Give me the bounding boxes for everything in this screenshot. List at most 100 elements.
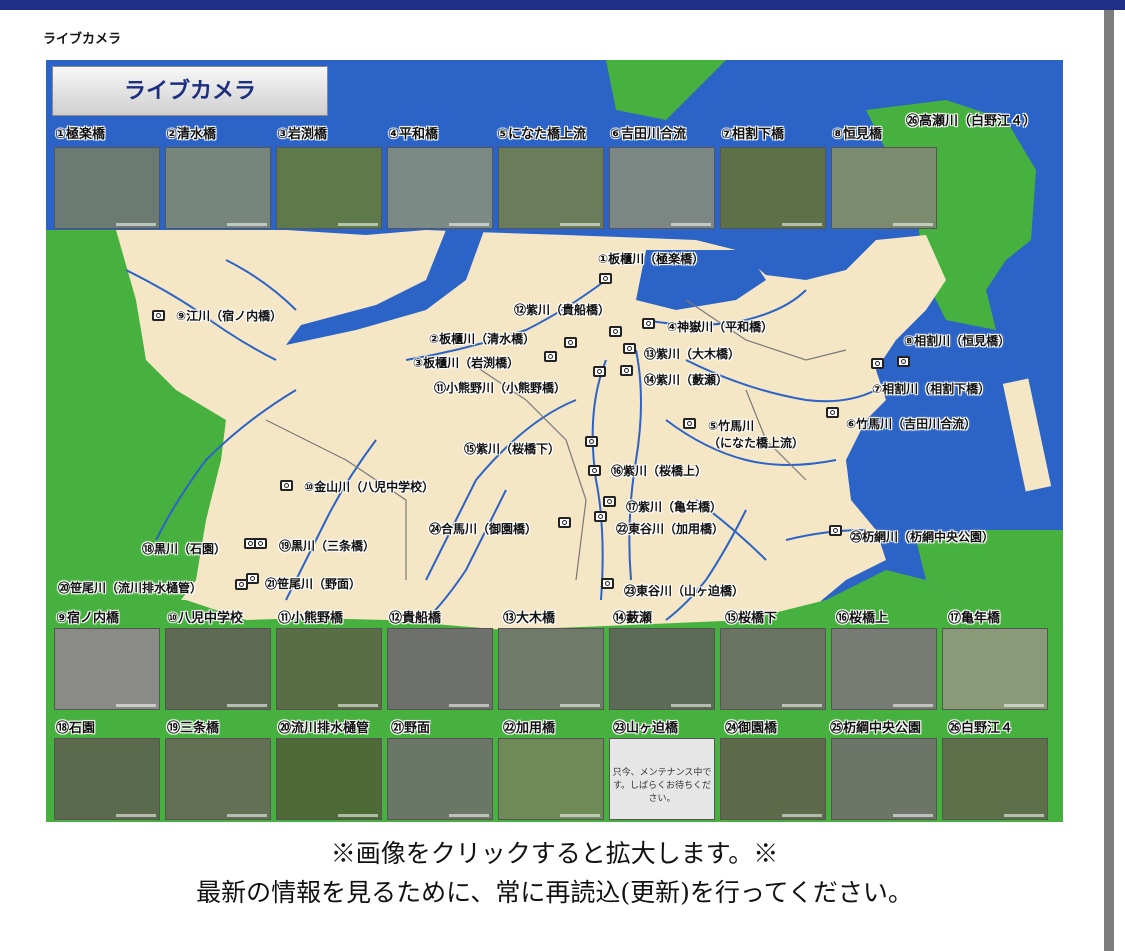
- camera-icon-25[interactable]: [829, 525, 842, 536]
- camera-icon-12[interactable]: [609, 326, 622, 337]
- camera-icon-11[interactable]: [593, 366, 606, 377]
- camera-thumbnail-10[interactable]: [165, 628, 271, 710]
- cam-label-20: ⑳流川排水樋管: [278, 721, 370, 736]
- camera-icon-05[interactable]: [683, 418, 696, 429]
- camera-icon-16[interactable]: [588, 465, 601, 476]
- camera-thumbnail-04[interactable]: [387, 147, 493, 229]
- camera-icon-03[interactable]: [544, 351, 557, 362]
- camera-thumbnail-08[interactable]: [831, 147, 937, 229]
- location-label-08: ⑧相割川（恒見橋）: [904, 334, 1011, 348]
- camera-thumbnail-12[interactable]: [387, 628, 493, 710]
- cam-label-14: ⑭藪瀬: [613, 611, 653, 626]
- camera-thumbnail-05[interactable]: [498, 147, 604, 229]
- camera-icon-13[interactable]: [623, 343, 636, 354]
- location-label-14: ⑭紫川（藪瀬）: [644, 373, 729, 387]
- location-label-21: ㉑笹尾川（野面）: [265, 577, 362, 591]
- camera-icon-10[interactable]: [280, 480, 293, 491]
- camera-thumbnail-25[interactable]: [831, 738, 937, 820]
- camera-thumbnail-19[interactable]: [165, 738, 271, 820]
- camera-thumbnail-11[interactable]: [276, 628, 382, 710]
- location-label-25: ㉕杤網川（杤網中央公園）: [850, 530, 995, 544]
- cam-label-26-corner: ㉖高瀬川（白野江４）: [906, 114, 1037, 129]
- camera-icon-06[interactable]: [826, 407, 839, 418]
- camera-thumbnail-03[interactable]: [276, 147, 382, 229]
- camera-thumbnail-13[interactable]: [498, 628, 604, 710]
- camera-thumbnail-22[interactable]: [498, 738, 604, 820]
- camera-thumbnail-21[interactable]: [387, 738, 493, 820]
- cam-label-12: ⑫貴船橋: [389, 611, 442, 626]
- header-bar: [0, 0, 1125, 10]
- location-label-11: ⑪小熊野川（小熊野橋）: [434, 381, 567, 395]
- location-label-12: ⑫紫川（貴船橋）: [514, 303, 611, 317]
- cam-label-04: ④平和橋: [388, 127, 439, 142]
- camera-icon-15[interactable]: [585, 436, 598, 447]
- camera-thumbnail-16[interactable]: [831, 628, 937, 710]
- camera-thumbnail-02[interactable]: [165, 147, 271, 229]
- location-label-01: ①板櫃川（極楽橋）: [598, 252, 705, 266]
- location-label-10: ⑩金山川（八児中学校）: [304, 480, 435, 494]
- location-label-02: ②板櫃川（清水橋）: [429, 332, 536, 346]
- camera-icon-01[interactable]: [599, 273, 612, 284]
- camera-thumbnail-06[interactable]: [609, 147, 715, 229]
- cam-label-06: ⑥吉田川合流: [610, 127, 687, 142]
- camera-thumbnail-23-maintenance[interactable]: 只今、メンテナンス中です。しばらくお待ちください。: [609, 738, 715, 820]
- live-camera-title-button[interactable]: ライブカメラ: [52, 66, 328, 116]
- location-label-22: ㉒東谷川（加用橋）: [616, 522, 725, 536]
- camera-icon-04[interactable]: [642, 318, 655, 329]
- cam-label-26: ㉖白野江４: [948, 721, 1014, 736]
- reload-notice: 最新の情報を見るために、常に再読込(更新)を行ってください。: [196, 878, 913, 907]
- cam-label-09: ⑨宿ノ内橋: [56, 611, 120, 626]
- location-label-13: ⑬紫川（大木橋）: [644, 347, 741, 361]
- cam-label-21: ㉑野面: [391, 721, 431, 736]
- camera-thumbnail-26[interactable]: [942, 738, 1048, 820]
- camera-thumbnail-14[interactable]: [609, 628, 715, 710]
- cam-label-15: ⑮桜橋下: [725, 611, 778, 626]
- camera-thumbnail-24[interactable]: [720, 738, 826, 820]
- location-label-17: ⑰紫川（亀年橋）: [626, 500, 723, 514]
- camera-icon-19[interactable]: [254, 538, 267, 549]
- cam-label-02: ②清水橋: [166, 127, 217, 142]
- cam-label-19: ⑲三条橋: [167, 721, 220, 736]
- cam-label-03: ③岩渕橋: [277, 127, 328, 142]
- location-label-05a: ⑤竹馬川: [708, 419, 755, 433]
- camera-icon-23[interactable]: [601, 578, 614, 589]
- camera-icon-17[interactable]: [603, 496, 616, 507]
- camera-icon-22[interactable]: [594, 511, 607, 522]
- camera-icon-14[interactable]: [620, 365, 633, 376]
- camera-icon-09[interactable]: [152, 310, 165, 321]
- camera-thumbnail-09[interactable]: [54, 628, 160, 710]
- scrollbar[interactable]: [1104, 10, 1114, 951]
- camera-icon-02[interactable]: [564, 337, 577, 348]
- cam-label-01: ①極楽橋: [55, 127, 106, 142]
- location-label-04: ④神嶽川（平和橋）: [667, 320, 774, 334]
- camera-thumbnail-18[interactable]: [54, 738, 160, 820]
- cam-label-18: ⑱石園: [56, 721, 96, 736]
- cam-label-10: ⑩八児中学校: [167, 611, 244, 626]
- location-label-16: ⑯紫川（桜橋上）: [611, 464, 708, 478]
- camera-thumbnail-20[interactable]: [276, 738, 382, 820]
- camera-icon-07[interactable]: [871, 358, 884, 369]
- camera-thumbnail-17[interactable]: [942, 628, 1048, 710]
- location-label-20: ⑳笹尾川（流川排水樋管）: [58, 581, 203, 595]
- camera-icon-08[interactable]: [897, 356, 910, 367]
- camera-thumbnail-01[interactable]: [54, 147, 160, 229]
- location-label-09: ⑨江川（宿ノ内橋）: [176, 309, 283, 323]
- camera-icon-21[interactable]: [246, 573, 259, 584]
- location-label-24: ㉔合馬川（御園橋）: [429, 522, 538, 536]
- page-title: ライブカメラ: [43, 32, 122, 47]
- cam-label-25: ㉕杤綱中央公園: [830, 721, 922, 736]
- live-camera-map: ライブカメラ ①極楽橋 ②清水橋 ③岩渕橋 ④平和橋 ⑤になた橋上流 ⑥吉田川合…: [46, 60, 1063, 822]
- camera-icon-24[interactable]: [558, 517, 571, 528]
- cam-label-24: ㉔御園橋: [725, 721, 778, 736]
- camera-thumbnail-07[interactable]: [720, 147, 826, 229]
- location-label-06: ⑥竹馬川（吉田川合流）: [846, 417, 977, 431]
- cam-label-05: ⑤になた橋上流: [497, 127, 587, 142]
- location-label-18: ⑱黒川（石園）: [142, 542, 227, 556]
- location-label-15: ⑮紫川（桜橋下）: [464, 442, 561, 456]
- cam-label-13: ⑬大木橋: [503, 611, 556, 626]
- camera-thumbnail-15[interactable]: [720, 628, 826, 710]
- cam-label-22: ㉒加用橋: [503, 721, 556, 736]
- cam-label-16: ⑯桜橋上: [836, 611, 889, 626]
- location-label-03: ③板櫃川（岩渕橋）: [413, 356, 520, 370]
- cam-label-17: ⑰亀年橋: [948, 611, 1001, 626]
